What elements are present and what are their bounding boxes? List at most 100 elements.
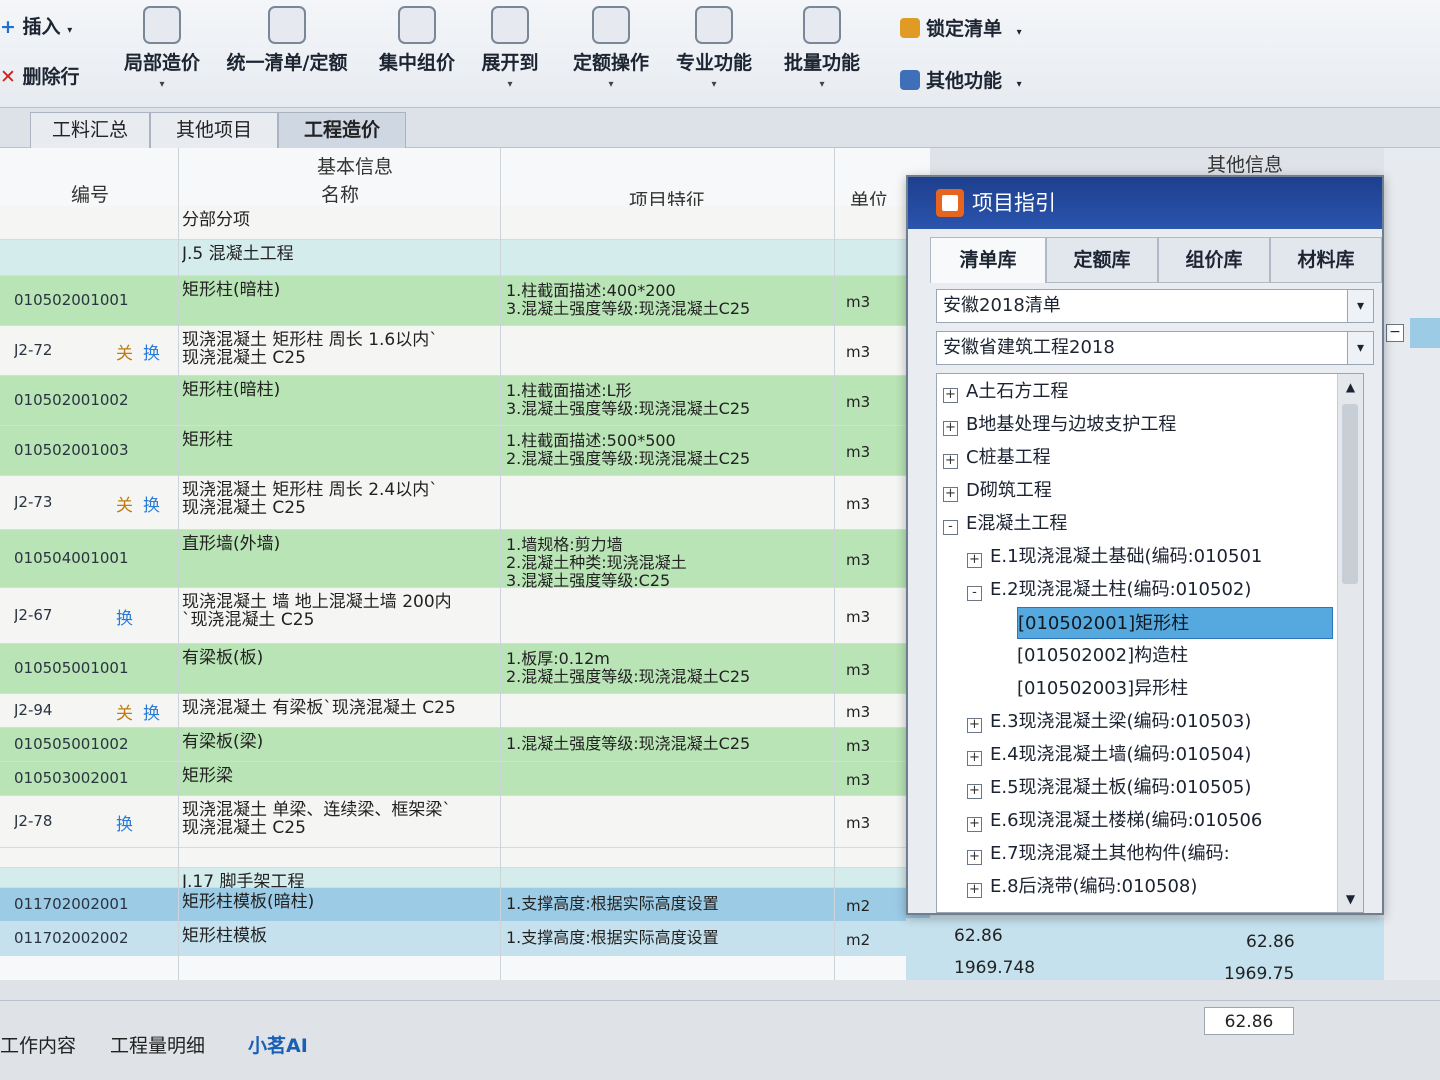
item-code: J2-78 [14,812,53,830]
section-row[interactable]: J.5 混凝土工程 [0,240,930,276]
collapse-icon[interactable]: - [967,586,982,601]
chevron-down-icon: ▾ [608,79,614,90]
table-row[interactable]: 011702002001 矩形柱模板(暗柱) 1.支撑高度:根据实际高度设置 m2 [0,888,930,922]
dialog-title-bar[interactable]: 项目指引 [908,177,1382,229]
tab-quantity-detail[interactable]: 工程量明细 [110,1031,205,1058]
table-row[interactable]: 010505001001 有梁板(板) 1.板厚:0.12m 2.混凝土强度等级:现浇… [0,644,930,694]
swap-icon[interactable]: 换 [143,496,160,516]
tree-scrollbar[interactable]: ▲ ▼ [1337,374,1363,912]
expand-icon[interactable]: + [967,718,982,733]
other-functions-button[interactable]: 其他功能 ▾ [900,66,1022,93]
yen-doc-icon [268,6,306,44]
table-row[interactable]: 010503002001 矩形梁 m3 [0,762,930,796]
tab-quota-library[interactable]: 定额库 [1046,237,1158,283]
table-row[interactable]: 010502001001 矩形柱(暗柱) 1.柱截面描述:400*200 3.混凝土强… [0,276,930,326]
expand-icon[interactable]: + [967,751,982,766]
tab-work-content[interactable]: 工作内容 [0,1031,76,1058]
header-row[interactable] [0,848,930,868]
tab-assistant-ai[interactable]: 小茗AI [248,1031,308,1058]
table-row[interactable]: J2-94 关换现浇混凝土 有梁板`现浇混凝土 C25 m3 [0,694,930,728]
toolbar-button-2[interactable]: 统一清单/定额 [222,6,352,75]
swap-icon[interactable]: 换 [143,344,160,364]
item-code: 010505001002 [14,735,129,753]
scroll-thumb[interactable] [1342,404,1358,584]
tab-list-library[interactable]: 清单库 [930,237,1046,283]
tree-node[interactable]: + E.1现浇混凝土基础(编码:010501 [967,541,1333,573]
link-icon[interactable]: 关 [116,704,133,724]
collapse-icon[interactable]: - [943,520,958,535]
table-row[interactable]: 010502001003 矩形柱 1.柱截面描述:500*500 2.混凝土强度等级:… [0,426,930,476]
tab-material-library[interactable]: 材料库 [1270,237,1382,283]
scroll-down-icon[interactable]: ▼ [1338,892,1363,906]
table-row[interactable]: 010502001002 矩形柱(暗柱) 1.柱截面描述:L形 3.混凝土强度等级:现… [0,376,930,426]
value-cell[interactable]: 62.86 [1246,928,1295,956]
swap-icon[interactable]: 换 [116,609,133,629]
swap-icon[interactable]: 换 [143,704,160,724]
tab-project-cost[interactable]: 工程造价 [278,112,406,148]
tree-node[interactable]: + E.8后浇带(编码:010508) [967,871,1333,903]
quota-standard-select[interactable]: 安徽省建筑工程2018 ▾ [936,331,1374,365]
tree-node[interactable]: + E.5现浇混凝土板(编码:010505) [967,772,1333,804]
delete-row-button[interactable]: ✕ 删除行 [0,62,80,89]
insert-button[interactable]: + 插入 ▾ [0,12,72,39]
tree-node[interactable]: + E.4现浇混凝土墙(编码:010504) [967,739,1333,771]
column-header-name[interactable]: 名称 [180,180,500,207]
tree-node[interactable]: + D砌筑工程 [943,475,1333,507]
tree-node[interactable]: + E.7现浇混凝土其他构件(编码: [967,838,1333,870]
list-standard-select[interactable]: 安徽2018清单 ▾ [936,289,1374,323]
expand-icon[interactable]: + [943,388,958,403]
table-row[interactable]: 010504001001 直形墙(外墙) 1.墙规格:剪力墙 2.混凝土种类:现浇混凝… [0,530,930,590]
table-row[interactable]: J2-78 换 现浇混凝土 单梁、连续梁、框架梁` 现浇混凝土 C25 m3 [0,796,930,848]
tab-other-items[interactable]: 其他项目 [150,112,278,148]
expand-icon[interactable]: + [967,883,982,898]
chevron-down-icon[interactable]: ▾ [1347,290,1373,322]
section-row[interactable]: J.17 脚手架工程 [0,868,930,892]
tree-leaf-item[interactable]: [010502002]构造柱 [1017,640,1333,672]
toolbar-button-6[interactable]: 专业功能 ▾ [672,6,756,90]
tab-pricing-library[interactable]: 组价库 [1158,237,1270,283]
tree-node[interactable]: - E混凝土工程 [943,508,1333,540]
table-row[interactable]: 011702002002 矩形柱模板 1.支撑高度:根据实际高度设置 m2 [0,922,930,956]
tree-node[interactable]: + B地基处理与边坡支护工程 [943,409,1333,441]
expand-icon[interactable]: + [943,487,958,502]
collapse-icon[interactable]: − [1386,324,1404,342]
summary-value-field[interactable]: 62.86 [1204,1007,1294,1035]
tree-leaf-item[interactable]: [010502003]异形柱 [1017,673,1333,705]
table-row[interactable]: J2-73 关换现浇混凝土 矩形柱 周长 2.4以内` 现浇混凝土 C25 m3 [0,476,930,530]
swap-icon[interactable]: 换 [116,815,133,835]
tree-node[interactable]: + E.3现浇混凝土梁(编码:010503) [967,706,1333,738]
scroll-up-icon[interactable]: ▲ [1338,380,1363,394]
toolbar-button-7[interactable]: 批量功能 ▾ [780,6,864,90]
value-cell[interactable]: 1969.748 [954,954,1035,982]
table-row[interactable]: J2-67 换 现浇混凝土 墙 地上混凝土墙 200内 `现浇混凝土 C25 m3 [0,588,930,644]
tab-material-summary[interactable]: 工料汇总 [30,112,150,148]
lock-list-button[interactable]: 锁定清单 ▾ [900,14,1022,41]
tree-node[interactable]: + C桩基工程 [943,442,1333,474]
tree-node[interactable]: + E.6现浇混凝土楼梯(编码:010506 [967,805,1333,837]
expand-icon[interactable]: + [967,553,982,568]
expand-icon[interactable]: + [967,850,982,865]
header-row[interactable]: 分部分项 [0,206,930,240]
column-header-code[interactable]: 编号 [0,180,180,207]
toolbar-button-5[interactable]: 定额操作 ▾ [566,6,656,90]
tree-node[interactable]: + A土石方工程 [943,376,1333,408]
expand-icon[interactable]: + [943,421,958,436]
other-info-area: 62.86 62.86 1969.748 1969.75 [906,918,1384,984]
toolbar-button-1[interactable]: 局部造价 ▾ [120,6,204,90]
tree-node[interactable]: - E.2现浇混凝土柱(编码:010502) [967,574,1333,606]
value-cell[interactable]: 1969.75 [1224,960,1294,988]
table-row[interactable]: J2-72 关换现浇混凝土 矩形柱 周长 1.6以内` 现浇混凝土 C25 m3 [0,326,930,376]
expand-icon[interactable]: + [967,784,982,799]
tree-leaf-item[interactable]: [010502001]矩形柱 [1017,607,1333,639]
toolbar-button-3[interactable]: 集中组价 [372,6,462,75]
chevron-down-icon[interactable]: ▾ [1347,332,1373,364]
toolbar-button-4[interactable]: 展开到 ▾ [478,6,542,90]
item-feature: 1.墙规格:剪力墙 [506,536,623,554]
expand-icon[interactable]: + [943,454,958,469]
table-row[interactable]: 010505001002 有梁板(梁) 1.混凝土强度等级:现浇混凝土C25 m3 [0,728,930,762]
expand-icon[interactable]: + [967,817,982,832]
tree-label: D砌筑工程 [966,480,1052,501]
link-icon[interactable]: 关 [116,496,133,516]
link-icon[interactable]: 关 [116,344,133,364]
value-cell[interactable]: 62.86 [954,922,1003,950]
